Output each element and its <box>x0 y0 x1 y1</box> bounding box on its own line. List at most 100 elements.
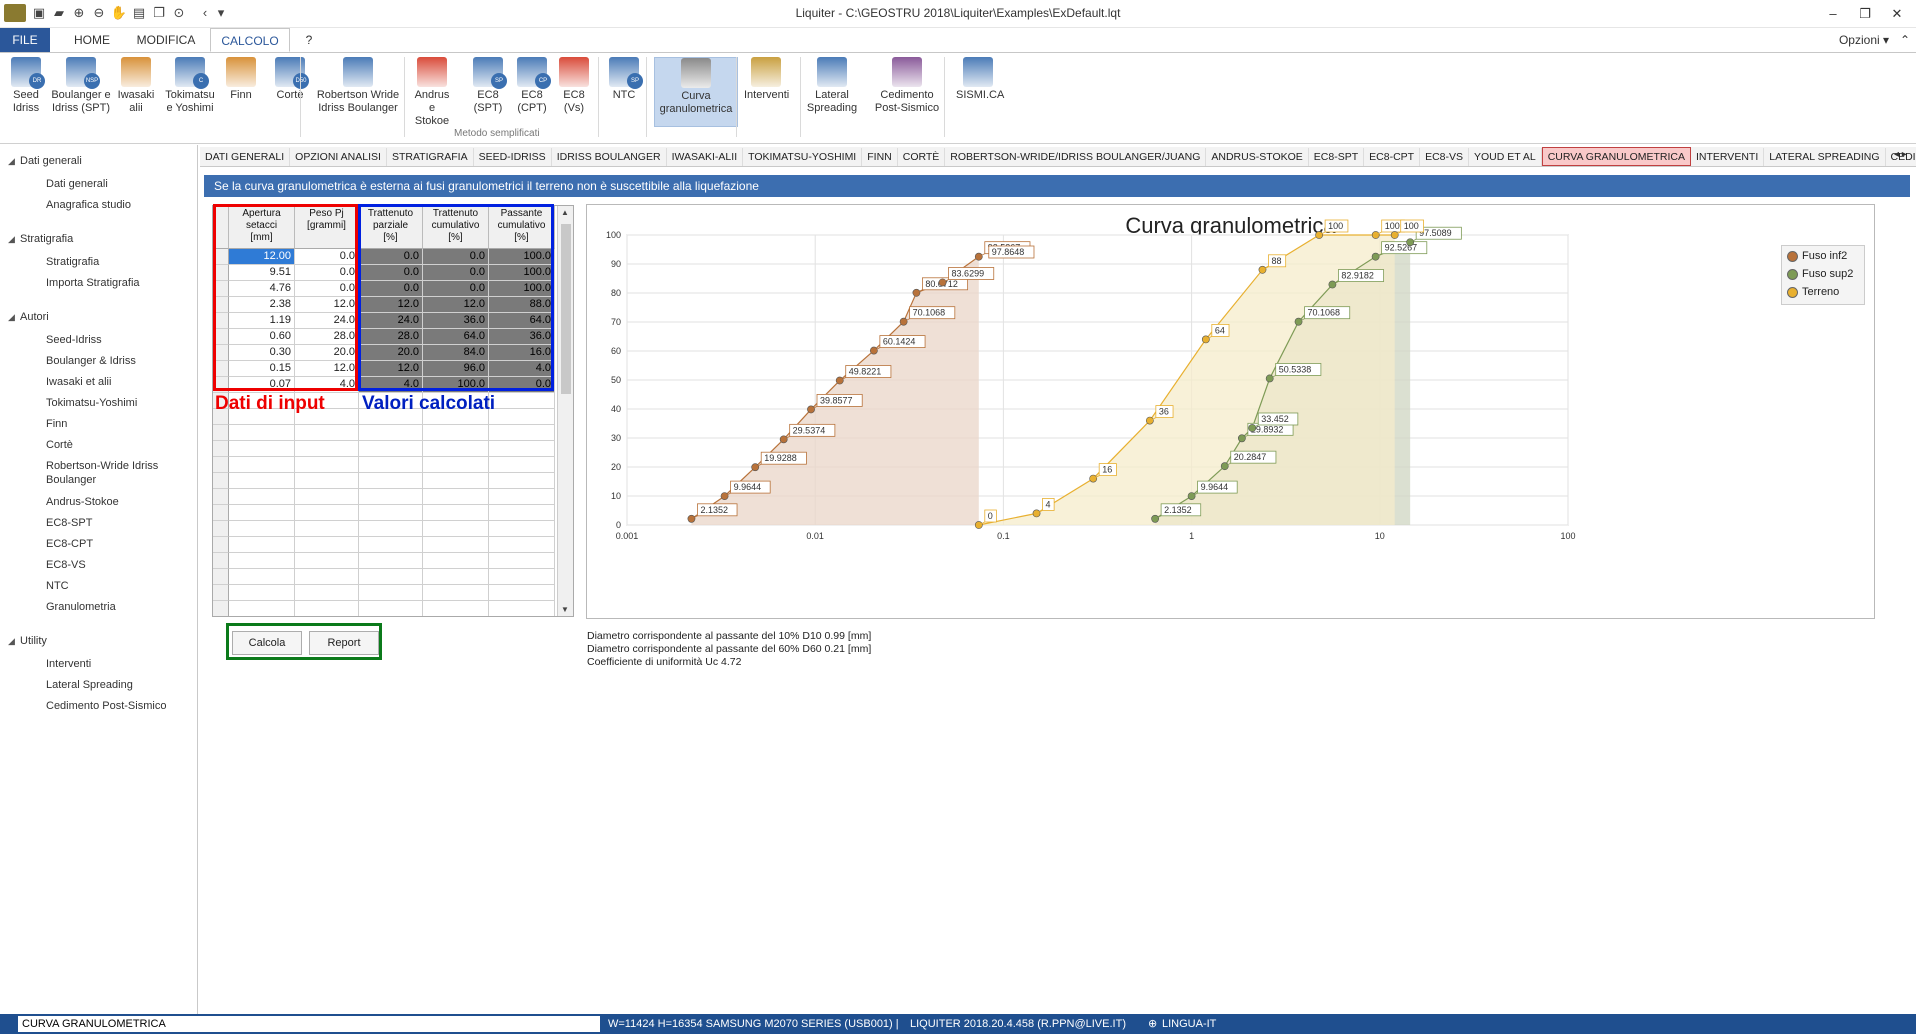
ribbon-seed-idriss-button[interactable]: DR Seed Idriss <box>8 57 45 123</box>
row-header[interactable] <box>213 537 229 553</box>
report-button[interactable]: Report <box>309 631 379 655</box>
input-cell[interactable] <box>229 505 295 521</box>
doc-tab[interactable]: EC8-CPT <box>1364 148 1421 166</box>
doc-tab[interactable]: FINN <box>862 148 898 166</box>
sidebar-item[interactable]: Anagrafica studio <box>46 198 131 212</box>
collapse-triangle-icon[interactable]: ◢ <box>8 156 20 167</box>
sidebar-item[interactable]: Stratigrafia <box>46 255 99 269</box>
tab-scroll-arrows-icon[interactable]: ◂ ▸ <box>1894 149 1907 160</box>
input-cell[interactable] <box>229 537 295 553</box>
tab-help[interactable]: ? <box>298 28 320 52</box>
ribbon-iwasaki-button[interactable]: Iwasaki alii <box>116 57 156 123</box>
scroll-down-icon[interactable]: ▼ <box>561 605 569 614</box>
doc-tab[interactable]: DATI GENERALI <box>200 148 291 166</box>
doc-tab[interactable]: IDRISS BOULANGER <box>552 148 667 166</box>
doc-tab[interactable]: IWASAKI-ALII <box>667 148 744 166</box>
input-cell[interactable] <box>229 457 295 473</box>
sidebar-item[interactable]: Cortè <box>46 438 73 452</box>
sidebar-item[interactable]: Lateral Spreading <box>46 678 133 692</box>
doc-tab[interactable]: STRATIGRAFIA <box>387 148 474 166</box>
input-cell[interactable] <box>295 553 359 569</box>
input-cell[interactable] <box>295 537 359 553</box>
sidebar-item[interactable]: Boulanger & Idriss <box>46 354 136 368</box>
input-cell[interactable] <box>229 601 295 616</box>
collapse-triangle-icon[interactable]: ◢ <box>8 636 20 647</box>
input-cell[interactable] <box>295 505 359 521</box>
input-cell[interactable] <box>295 601 359 616</box>
row-header[interactable] <box>213 569 229 585</box>
doc-tab[interactable]: INTERVENTI <box>1691 148 1765 166</box>
minimize-button[interactable]: ‒ <box>1818 4 1848 24</box>
ribbon-sismica-button[interactable]: SISMI.CA <box>956 57 1004 123</box>
tab-home[interactable]: HOME <box>62 28 122 52</box>
doc-tab[interactable]: ANDRUS-STOKOE <box>1206 148 1309 166</box>
scroll-thumb[interactable] <box>561 224 571 394</box>
sidebar-item[interactable]: Tokimatsu-Yoshimi <box>46 396 137 410</box>
row-header[interactable] <box>213 585 229 601</box>
input-cell[interactable] <box>229 569 295 585</box>
options-menu[interactable]: Opzioni ▾ <box>1834 28 1894 52</box>
input-cell[interactable] <box>229 425 295 441</box>
ribbon-boulanger-idriss-spt-button[interactable]: NSP Boulanger e Idriss (SPT) <box>48 57 114 123</box>
collapse-triangle-icon[interactable]: ◢ <box>8 312 20 323</box>
doc-tab[interactable]: OPZIONI ANALISI <box>290 148 387 166</box>
sidebar-item[interactable]: EC8-CPT <box>46 537 93 551</box>
input-cell[interactable] <box>295 521 359 537</box>
input-cell[interactable] <box>295 457 359 473</box>
ribbon-corte-button[interactable]: D50Cortè <box>272 57 309 123</box>
row-header[interactable] <box>213 473 229 489</box>
sidebar-item[interactable]: EC8-VS <box>46 558 86 572</box>
sidebar-item[interactable]: Dati generali <box>46 177 108 191</box>
restore-button[interactable]: ❐ <box>1850 4 1880 24</box>
row-header[interactable] <box>213 489 229 505</box>
sidebar-group-2[interactable]: ◢ Autori <box>8 311 49 323</box>
tab-file[interactable]: FILE <box>0 28 50 52</box>
input-cell[interactable] <box>229 441 295 457</box>
ribbon-cedimento-post-sismico-button[interactable]: Cedimento Post-Sismico <box>870 57 944 123</box>
ribbon-interventi-button[interactable]: Interventi <box>744 57 789 123</box>
doc-tab[interactable]: EC8-VS <box>1420 148 1470 166</box>
input-cell[interactable] <box>229 521 295 537</box>
input-cell[interactable] <box>295 425 359 441</box>
row-header[interactable] <box>213 505 229 521</box>
calcola-button[interactable]: Calcola <box>232 631 302 655</box>
sidebar-item[interactable]: Interventi <box>46 657 91 671</box>
input-cell[interactable] <box>295 585 359 601</box>
ribbon-finn-button[interactable]: Finn <box>226 57 256 123</box>
sidebar-group-1[interactable]: ◢ Stratigrafia <box>8 233 73 245</box>
sidebar-item[interactable]: Finn <box>46 417 67 431</box>
doc-tab[interactable]: EC8-SPT <box>1309 148 1365 166</box>
input-cell[interactable] <box>229 489 295 505</box>
close-button[interactable]: ✕ <box>1882 4 1912 24</box>
doc-tab[interactable]: CURVA GRANULOMETRICA <box>1541 147 1691 166</box>
input-cell[interactable] <box>295 489 359 505</box>
ribbon-robertson-wride-button[interactable]: Robertson Wride Idriss Boulanger <box>312 57 404 123</box>
sidebar-item[interactable]: Granulometria <box>46 600 116 614</box>
doc-tab[interactable]: CORTÈ <box>898 148 946 166</box>
input-cell[interactable] <box>229 473 295 489</box>
input-cell[interactable] <box>295 441 359 457</box>
sidebar-item[interactable]: NTC <box>46 579 69 593</box>
sidebar-group-0[interactable]: ◢ Dati generali <box>8 155 82 167</box>
tab-modifica[interactable]: MODIFICA <box>130 28 202 52</box>
sidebar-item[interactable]: Robertson-Wride Idriss Boulanger <box>46 459 158 487</box>
input-cell[interactable] <box>295 473 359 489</box>
grid-scrollbar[interactable]: ▲ ▼ <box>557 206 573 616</box>
sidebar-item[interactable]: Andrus-Stokoe <box>46 495 119 509</box>
sidebar-item[interactable]: Importa Stratigrafia <box>46 276 140 290</box>
row-header[interactable] <box>213 601 229 616</box>
ribbon-andrus-stokoe-button[interactable]: Andrus e Stokoe <box>410 57 454 127</box>
tab-calcolo[interactable]: CALCOLO <box>210 28 290 52</box>
status-language[interactable]: LINGUA-IT <box>1162 1014 1216 1034</box>
data-point[interactable] <box>807 405 815 414</box>
ribbon-ec8-spt-button[interactable]: SP EC8 (SPT) <box>470 57 507 123</box>
doc-tab[interactable]: ROBERTSON-WRIDE/IDRISS BOULANGER/JUANG <box>945 148 1207 166</box>
sidebar-item[interactable]: Cedimento Post-Sismico <box>46 699 166 713</box>
doc-tab[interactable]: YOUD ET AL <box>1469 148 1542 166</box>
ribbon-ntc-button[interactable]: SP NTC <box>606 57 643 123</box>
row-header[interactable] <box>213 553 229 569</box>
ribbon-tokimatsu-yoshimi-button[interactable]: C Tokimatsu e Yoshimi <box>160 57 220 123</box>
scroll-up-icon[interactable]: ▲ <box>561 208 569 217</box>
data-point[interactable] <box>938 278 947 287</box>
ribbon-lateral-spreading-button[interactable]: Lateral Spreading <box>806 57 858 123</box>
